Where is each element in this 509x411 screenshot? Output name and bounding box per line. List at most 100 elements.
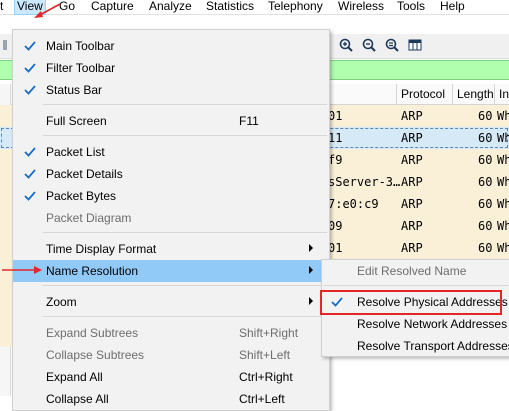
submenu-arrow-icon (309, 297, 313, 305)
menu-go[interactable]: Go (59, 0, 75, 14)
menu-statistics[interactable]: Statistics (206, 0, 254, 14)
menu-item-label: Expand All (46, 370, 103, 384)
menu-item-label: Resolve Transport Addresses (357, 339, 509, 353)
menu-item-main-toolbar[interactable]: Main Toolbar (13, 35, 329, 57)
zoom-reset-icon[interactable] (385, 38, 399, 52)
menu-item-expand-all[interactable]: Expand All Ctrl+Right (13, 366, 329, 388)
highlight-box-annotation (320, 290, 502, 315)
checkmark-icon (24, 41, 36, 51)
menu-view[interactable]: View (14, 0, 46, 15)
checkmark-icon (24, 169, 36, 179)
cell-protocol: ARP (401, 153, 423, 167)
menu-analyze[interactable]: Analyze (149, 0, 192, 14)
submenu-arrow-icon (309, 244, 313, 252)
cell-length: 60 (478, 219, 493, 233)
cell-protocol: ARP (401, 241, 423, 255)
menu-item-label: Collapse All (46, 392, 109, 406)
menu-item-expand-subtrees: Expand Subtrees Shift+Right (13, 322, 329, 344)
column-protocol[interactable]: Protocol (396, 84, 451, 104)
menu-bar: t View Go Capture Analyze Statistics Tel… (0, 0, 509, 15)
checkmark-icon (24, 85, 36, 95)
menu-edit[interactable]: t (0, 0, 3, 14)
zoom-out-icon[interactable] (362, 38, 376, 52)
menu-item-edit-resolved-name: Edit Resolved Name (322, 260, 509, 282)
menu-separator (43, 135, 327, 136)
cell-info: Wh (497, 109, 509, 123)
menu-capture[interactable]: Capture (91, 0, 134, 14)
submenu-arrow-icon (309, 266, 313, 274)
menu-separator (324, 285, 508, 286)
resize-columns-icon[interactable] (408, 38, 422, 52)
menu-item-label: Expand Subtrees (46, 326, 139, 340)
menu-item-label: Packet Diagram (46, 211, 132, 225)
checkmark-icon (24, 191, 36, 201)
column-info[interactable]: In (494, 84, 509, 104)
menu-item-label: Full Screen (46, 114, 107, 128)
cell-address: f9 (328, 153, 343, 167)
menu-item-label: Main Toolbar (46, 39, 115, 53)
cell-address: 01 (328, 109, 343, 123)
cell-info: Wh (497, 219, 509, 233)
menu-item-name-resolution[interactable]: Name Resolution (13, 260, 329, 282)
zoom-in-icon[interactable] (339, 38, 353, 52)
menu-wireless[interactable]: Wireless (338, 0, 384, 14)
menu-item-label: Zoom (46, 295, 77, 309)
column-length[interactable]: Length (452, 84, 499, 104)
view-menu: Main Toolbar Filter Toolbar Status Bar F… (12, 29, 330, 411)
menu-item-packet-diagram: Packet Diagram (13, 207, 329, 229)
menu-item-label: Name Resolution (46, 264, 139, 278)
menu-item-zoom[interactable]: Zoom (13, 291, 329, 313)
menu-item-shortcut: Ctrl+Left (239, 392, 285, 406)
menu-item-collapse-all[interactable]: Collapse All Ctrl+Left (13, 388, 329, 410)
menu-item-label: Time Display Format (46, 242, 157, 256)
menu-item-label: Status Bar (46, 83, 103, 97)
menu-telephony[interactable]: Telephony (268, 0, 323, 14)
menu-item-label: Resolve Network Addresses (357, 317, 508, 331)
menu-item-filter-toolbar[interactable]: Filter Toolbar (13, 57, 329, 79)
menu-item-shortcut: Shift+Left (239, 348, 291, 362)
menu-item-packet-list[interactable]: Packet List (13, 141, 329, 163)
cell-protocol: ARP (401, 175, 423, 189)
menu-tools[interactable]: Tools (397, 0, 425, 14)
menu-item-label: Packet List (46, 145, 105, 159)
cell-protocol: ARP (401, 219, 423, 233)
cell-address: 7:e0:c9 (328, 197, 379, 211)
cell-length: 60 (478, 241, 493, 255)
menu-item-label: Packet Bytes (46, 189, 117, 203)
cell-info: Wh (497, 175, 509, 189)
menu-item-label: Edit Resolved Name (357, 264, 467, 278)
menu-item-resolve-network-addresses[interactable]: Resolve Network Addresses (322, 313, 509, 335)
cell-protocol: ARP (401, 131, 423, 145)
cell-address: 01 (328, 241, 343, 255)
menu-item-shortcut: Shift+Right (239, 326, 299, 340)
menu-item-label: Collapse Subtrees (46, 348, 145, 362)
menu-separator (43, 104, 327, 105)
menu-item-packet-details[interactable]: Packet Details (13, 163, 329, 185)
menu-item-resolve-transport-addresses[interactable]: Resolve Transport Addresses (322, 335, 509, 357)
menu-separator (43, 285, 327, 286)
cell-address: 09 (328, 219, 343, 233)
menu-help[interactable]: Help (440, 0, 465, 14)
cell-length: 60 (478, 131, 493, 145)
menu-item-full-screen[interactable]: Full Screen F11 (13, 110, 329, 132)
menu-item-time-display-format[interactable]: Time Display Format (13, 238, 329, 260)
menu-item-shortcut: F11 (239, 114, 259, 128)
cell-info: Wh (497, 197, 509, 211)
menu-item-collapse-subtrees: Collapse Subtrees Shift+Left (13, 344, 329, 366)
cell-address: 11 (328, 131, 343, 145)
menu-item-shortcut: Ctrl+Right (239, 370, 293, 384)
checkmark-icon (24, 63, 36, 73)
cell-protocol: ARP (401, 109, 423, 123)
cell-protocol: ARP (401, 197, 423, 211)
cell-info: Wh (497, 241, 509, 255)
cell-info: Wh (497, 131, 509, 145)
cell-address: sServer-3… (328, 175, 401, 189)
cell-length: 60 (478, 197, 493, 211)
menu-item-label: Filter Toolbar (46, 61, 116, 75)
cell-length: 60 (478, 109, 493, 123)
menu-item-status-bar[interactable]: Status Bar (13, 79, 329, 101)
checkmark-icon (24, 147, 36, 157)
menu-item-packet-bytes[interactable]: Packet Bytes (13, 185, 329, 207)
menu-separator (43, 232, 327, 233)
cell-info: Wh (497, 153, 509, 167)
